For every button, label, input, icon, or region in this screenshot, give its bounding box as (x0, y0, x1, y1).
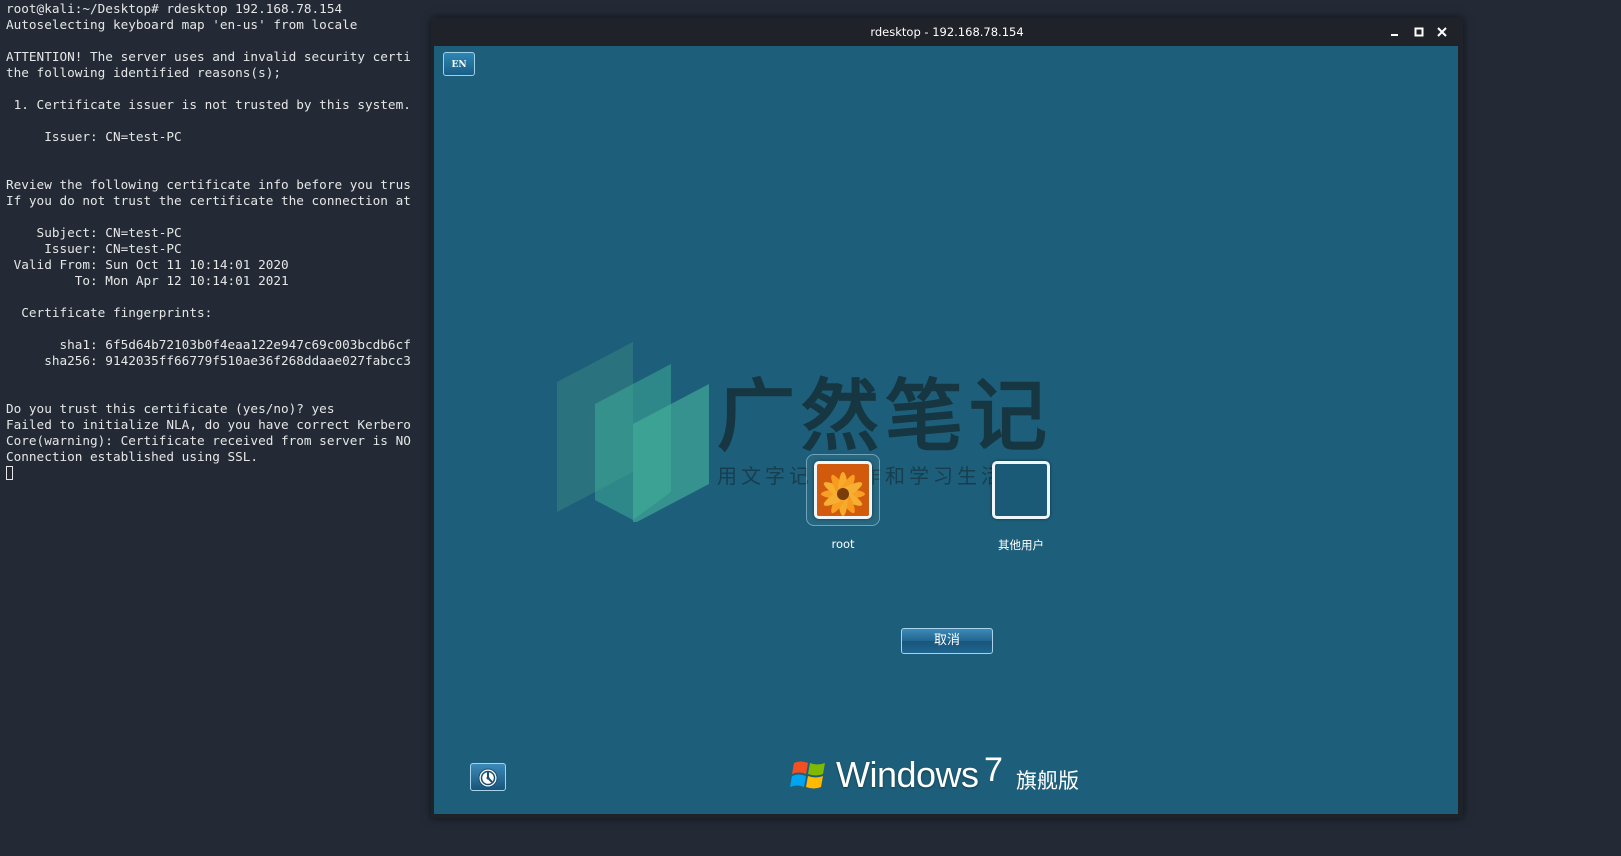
windows-brand: Windows 7 旗舰版 (790, 751, 1090, 797)
terminal-line: To: Mon Apr 12 10:14:01 2021 (6, 273, 289, 288)
terminal-line: ATTENTION! The server uses and invalid s… (6, 49, 411, 64)
terminal-line: If you do not trust the certificate the … (6, 193, 411, 208)
cancel-button[interactable]: 取消 (901, 628, 993, 654)
minimize-icon (1391, 34, 1398, 36)
blank-avatar-icon (992, 461, 1050, 519)
maximize-button[interactable] (1410, 23, 1428, 41)
ease-of-access-button[interactable] (470, 763, 506, 791)
close-icon (1437, 27, 1447, 37)
terminal-line: Review the following certificate info be… (6, 177, 411, 192)
terminal-line: sha256: 9142035ff66779f510ae36f268ddaae0… (6, 353, 411, 368)
terminal-line: Connection established using SSL. (6, 449, 259, 464)
user-name-root: root (831, 537, 855, 551)
ease-of-access-icon (478, 768, 498, 788)
terminal-line: Certificate fingerprints: (6, 305, 213, 320)
windows-flag-icon (790, 761, 825, 789)
terminal-cursor (6, 466, 13, 480)
windows-edition: 旗舰版 (1016, 769, 1079, 793)
user-name-other: 其他用户 (998, 538, 1044, 552)
terminal-line: Core(warning): Certificate received from… (6, 433, 411, 448)
windows-wordmark: Windows (836, 754, 979, 795)
language-indicator[interactable]: EN (443, 52, 475, 76)
terminal-line: sha1: 6f5d64b72103b0f4eaa122e947c69c003b… (6, 337, 411, 352)
terminal-line: Failed to initialize NLA, do you have co… (6, 417, 411, 432)
terminal-line: Issuer: CN=test-PC (6, 129, 182, 144)
terminal-output: root@kali:~/Desktop# rdesktop 192.168.78… (6, 1, 426, 465)
minimize-button[interactable] (1386, 23, 1404, 41)
terminal-line: Valid From: Sun Oct 11 10:14:01 2020 (6, 257, 289, 272)
remote-desktop-screen[interactable]: EN 广然笔记 用文字记录工作和学习生活 (434, 46, 1458, 814)
user-tile-other[interactable]: 其他用户 (984, 454, 1058, 554)
terminal-line: the following identified reasons(s); (6, 65, 281, 80)
terminal-line: 1. Certificate issuer is not trusted by … (6, 97, 411, 112)
maximize-icon (1414, 27, 1424, 37)
rdesktop-window[interactable]: rdesktop - 192.168.78.154 EN 广然笔记 用文字记录工… (431, 18, 1463, 818)
terminal-line: Do you trust this certificate (yes/no)? … (6, 401, 335, 416)
user-tile-root[interactable]: root (806, 454, 880, 554)
terminal-line: Autoselecting keyboard map 'en-us' from … (6, 17, 358, 32)
windows-version: 7 (984, 751, 1003, 789)
terminal-line: Subject: CN=test-PC (6, 225, 182, 240)
window-title: rdesktop - 192.168.78.154 (870, 25, 1024, 39)
window-titlebar[interactable]: rdesktop - 192.168.78.154 (431, 18, 1463, 46)
watermark-logo-icon (557, 342, 709, 522)
watermark-title: 广然笔记 (717, 371, 1054, 462)
terminal-line: root@kali:~/Desktop# rdesktop 192.168.78… (6, 1, 343, 16)
close-button[interactable] (1433, 23, 1451, 41)
terminal-line: Issuer: CN=test-PC (6, 241, 182, 256)
flower-avatar-icon (814, 461, 872, 519)
